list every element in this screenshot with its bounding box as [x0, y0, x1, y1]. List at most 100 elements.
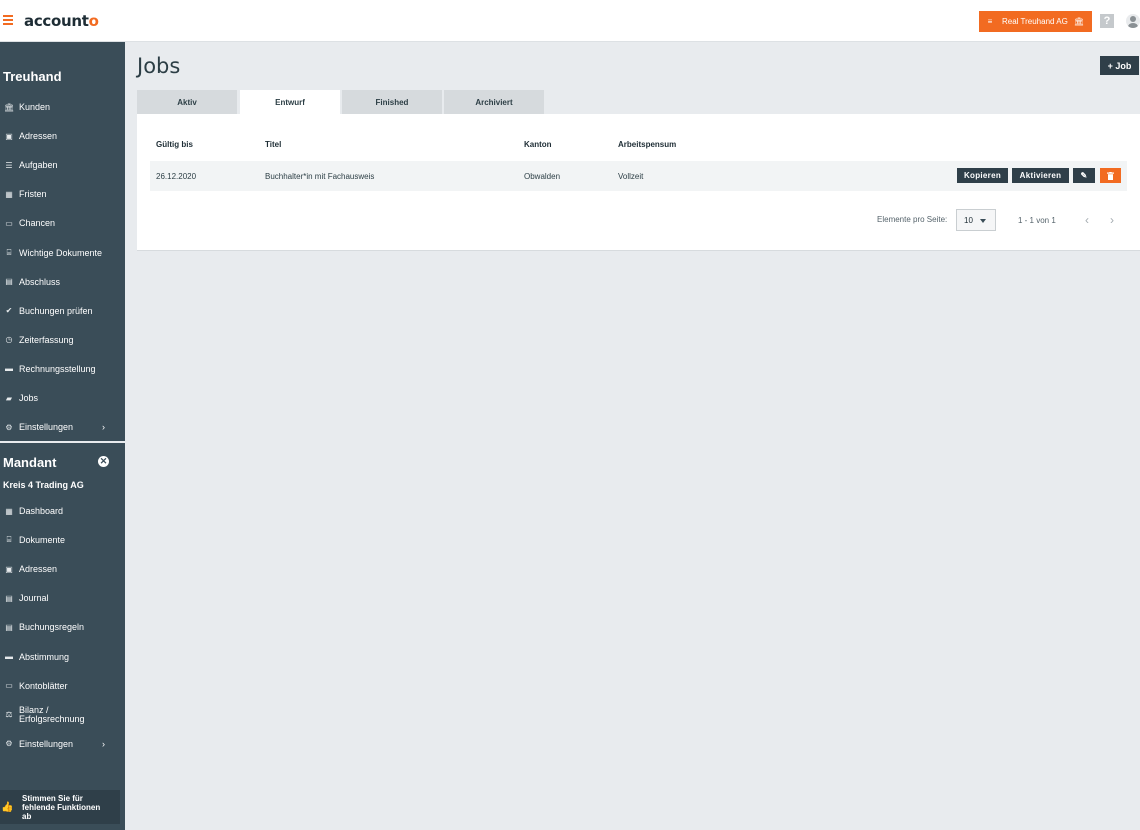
sidebar-item-label: Jobs	[19, 393, 39, 403]
list-icon: ≡	[987, 17, 993, 26]
ledger-icon: ▭	[5, 681, 13, 691]
cell-kanton: Obwalden	[524, 172, 561, 181]
sidebar-item-label: Bilanz / Erfolgsrechnung	[19, 704, 85, 724]
chevron-right-icon: ›	[102, 422, 105, 433]
add-job-button[interactable]: + Job	[1100, 56, 1139, 75]
sidebar-mandant-item-dokumente[interactable]: ⌸ Dokumente	[0, 530, 125, 550]
page-size-select[interactable]: 10	[956, 209, 996, 231]
column-header-arbeitspensum[interactable]: Arbeitspensum	[618, 140, 676, 149]
mandant-name: Kreis 4 Trading AG	[3, 480, 84, 490]
sidebar-item-label: Buchungen prüfen	[19, 305, 93, 316]
cell-arbeitspensum: Vollzeit	[618, 172, 644, 181]
sidebar-item-chancen[interactable]: ▭ Chancen	[0, 213, 125, 233]
briefcase-icon: ▰	[5, 393, 13, 403]
column-header-gueltig-bis[interactable]: Gültig bis	[156, 140, 193, 149]
tab-archiviert[interactable]: Archiviert	[444, 90, 544, 114]
sidebar-item-label: Einstellungen	[19, 738, 74, 749]
help-icon[interactable]: ?	[1100, 14, 1114, 28]
column-header-kanton[interactable]: Kanton	[524, 140, 552, 149]
sidebar-item-label: Journal	[19, 593, 49, 604]
hamburger-menu-icon[interactable]	[3, 15, 13, 26]
page-title: Jobs	[137, 54, 181, 78]
pencil-icon: ✎	[1080, 171, 1088, 180]
sidebar-mandant-item-bilanz-erfolgsrechnung[interactable]: ⚖ Bilanz / Erfolgsrechnung	[0, 705, 125, 725]
edit-button[interactable]: ✎	[1073, 168, 1095, 183]
user-avatar-icon[interactable]	[1126, 14, 1140, 28]
sidebar-item-label: Rechnungsstellung	[19, 363, 96, 374]
sidebar-item-label: Dashboard	[19, 506, 64, 516]
tab-entwurf[interactable]: Entwurf	[240, 90, 340, 114]
feature-vote-button[interactable]: 👍 Stimmen Sie für fehlende Funktionen ab	[0, 790, 120, 824]
sidebar-item-jobs[interactable]: ▰ Jobs	[0, 388, 125, 408]
tab-aktiv[interactable]: Aktiv	[137, 90, 237, 114]
book-icon: ▤	[5, 277, 13, 287]
card-icon: ▭	[5, 218, 13, 228]
cell-titel: Buchhalter*in mit Fachausweis	[265, 172, 375, 181]
sidebar-item-label: Kunden	[19, 102, 51, 112]
sidebar-item-fristen[interactable]: ▦ Fristen	[0, 184, 125, 204]
sidebar-item-zeiterfassung[interactable]: ◷ Zeiterfassung	[0, 330, 125, 350]
sidebar-item-label: Einstellungen	[19, 422, 74, 433]
sidebar-item-adressen[interactable]: ▣ Adressen	[0, 126, 125, 146]
sidebar-item-label: Dokumente	[19, 535, 66, 546]
company-switch-button[interactable]: ≡ Real Treuhand AG 🏛	[979, 11, 1092, 32]
clock-icon: ◷	[5, 335, 13, 345]
thumbs-up-icon: 👍	[1, 801, 14, 813]
tab-finished[interactable]: Finished	[342, 90, 442, 114]
prev-page-icon[interactable]: ‹	[1085, 213, 1089, 227]
activate-button[interactable]: Aktivieren	[1012, 168, 1069, 183]
gear-icon: ⚙	[5, 422, 13, 432]
sidebar-mandant-item-abstimmung[interactable]: ▬ Abstimmung	[0, 647, 125, 667]
sidebar-item-rechnungsstellung[interactable]: ▬ Rechnungsstellung	[0, 359, 125, 379]
sidebar-mandant-item-adressen[interactable]: ▣ Adressen	[0, 559, 125, 579]
dashboard-icon: ▦	[5, 506, 13, 516]
check-icon: ✔	[5, 306, 13, 316]
page-size-label: Elemente pro Seite:	[877, 215, 948, 224]
logo-text: account	[24, 12, 89, 30]
sidebar-item-label: Chancen	[19, 218, 56, 229]
app-logo[interactable]: accounto	[24, 12, 99, 30]
sidebar-item-wichtige-dokumente[interactable]: ⌸ Wichtige Dokumente	[0, 243, 125, 263]
sidebar-mandant-item-einstellungen[interactable]: ⚙ Einstellungen ›	[0, 734, 125, 754]
column-header-titel[interactable]: Titel	[265, 140, 281, 149]
sidebar-mandant-item-journal[interactable]: ▤ Journal	[0, 588, 125, 608]
feature-vote-label: Stimmen Sie für fehlende Funktionen ab	[22, 793, 101, 821]
close-mandant-icon[interactable]: ✕	[98, 456, 109, 467]
sidebar-item-buchungen-prüfen[interactable]: ✔ Buchungen prüfen	[0, 301, 125, 321]
logo-accent: o	[88, 12, 99, 30]
sidebar: Treuhand 🏛 Kunden ▣ Adressen ☰ Aufgaben ▦ Frist…	[0, 42, 125, 830]
page-range: 1 - 1 von 1	[1018, 216, 1056, 225]
sidebar-item-label: Abschluss	[19, 276, 61, 287]
rules-icon: ▤	[5, 622, 13, 632]
page-size-value: 10	[964, 215, 973, 225]
table-row[interactable]: 26.12.2020 Buchhalter*in mit Fachausweis…	[150, 161, 1127, 191]
documents-icon: ⌸	[6, 535, 12, 545]
address-book-icon: ▣	[5, 131, 13, 141]
delete-button[interactable]	[1100, 168, 1121, 183]
bank-icon: 🏛	[4, 102, 15, 112]
next-page-icon[interactable]: ›	[1110, 213, 1114, 227]
sidebar-item-label: Buchungsregeln	[19, 622, 85, 633]
sidebar-mandant-item-kontoblätter[interactable]: ▭ Kontoblätter	[0, 676, 125, 696]
calendar-icon: ▦	[5, 189, 13, 199]
sidebar-mandant-item-buchungsregeln[interactable]: ▤ Buchungsregeln	[0, 617, 125, 637]
sidebar-item-abschluss[interactable]: ▤ Abschluss	[0, 272, 125, 292]
sidebar-item-einstellungen[interactable]: ⚙ Einstellungen ›	[0, 417, 125, 437]
sidebar-item-kunden[interactable]: 🏛 Kunden	[0, 97, 125, 117]
sidebar-divider	[0, 441, 125, 443]
cell-gueltig-bis: 26.12.2020	[156, 172, 197, 181]
jobs-table-card: Gültig bis Titel Kanton Arbeitspensum 26…	[137, 114, 1140, 251]
sidebar-item-label: Adressen	[19, 564, 58, 575]
mandant-heading: Mandant	[3, 455, 57, 470]
address-book-icon: ▣	[5, 564, 13, 574]
bank-icon: 🏛	[1073, 17, 1084, 26]
sidebar-item-label: Kontoblätter	[19, 680, 68, 691]
caret-down-icon	[980, 219, 986, 223]
gear-icon: ⚙	[5, 739, 13, 749]
chevron-right-icon: ›	[102, 738, 105, 749]
sidebar-mandant-item-dashboard[interactable]: ▦ Dashboard	[0, 501, 125, 521]
treuhand-heading: Treuhand	[3, 69, 62, 84]
copy-button[interactable]: Kopieren	[957, 168, 1008, 183]
sidebar-item-label: Fristen	[19, 189, 47, 200]
sidebar-item-aufgaben[interactable]: ☰ Aufgaben	[0, 155, 125, 175]
